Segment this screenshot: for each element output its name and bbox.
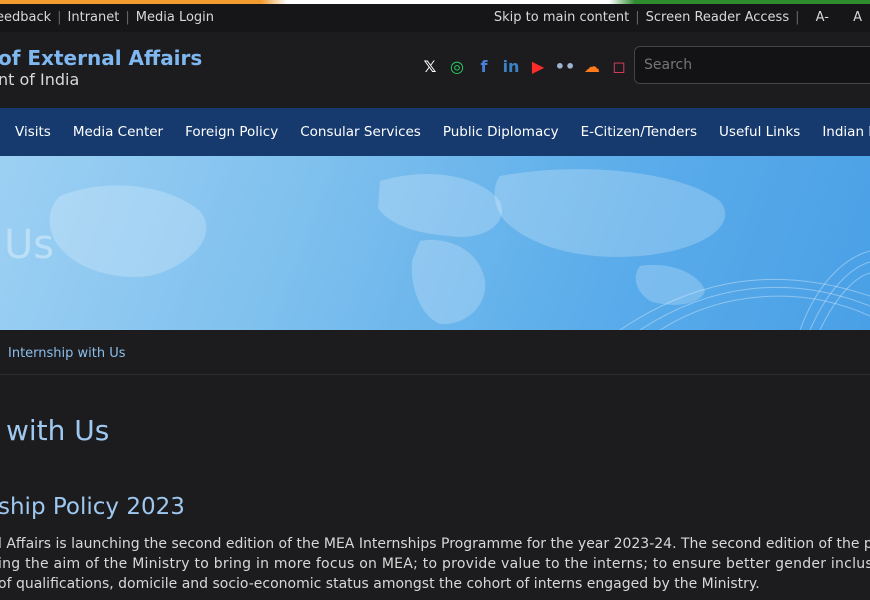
nav-list: Visits Media Center Foreign Policy Consular… (0, 108, 870, 156)
paragraph-line: l Affairs is launching the second editio… (0, 536, 870, 552)
policy-paragraph: l Affairs is launching the second editio… (0, 534, 870, 594)
instagram-icon[interactable]: ◻ (609, 56, 629, 76)
intranet-link[interactable]: Intranet (68, 10, 120, 25)
paragraph-line: of qualifications, domicile and socio-ec… (0, 576, 760, 592)
nav-item-indian-d[interactable]: Indian D (822, 124, 870, 140)
utility-links-left: eedback | Intranet | Media Login (0, 10, 214, 25)
facebook-icon[interactable]: f (474, 56, 494, 76)
soundcloud-icon[interactable]: ☁ (582, 56, 602, 76)
font-decrease-button[interactable]: A- (816, 10, 829, 25)
nav-item-e-citizen-tenders[interactable]: E-Citizen/Tenders (581, 124, 697, 140)
breadcrumb: Internship with Us (8, 346, 126, 361)
linkedin-icon[interactable]: in (501, 56, 521, 76)
utility-bar: eedback | Intranet | Media Login Skip to mai… (0, 4, 870, 32)
social-links: 𝕏 ◎ f in ▶ •• ☁ ◻ (420, 56, 629, 76)
breadcrumb-current: Internship with Us (8, 346, 126, 361)
media-login-link[interactable]: Media Login (136, 10, 214, 25)
site-header: of External Affairs nt of India 𝕏 ◎ f in ▶ ••… (0, 32, 870, 108)
search-input[interactable] (634, 46, 870, 84)
site-subtitle: nt of India (0, 70, 80, 89)
feedback-link[interactable]: eedback (0, 10, 51, 25)
nav-item-media-center[interactable]: Media Center (73, 124, 163, 140)
page-banner: Us (0, 156, 870, 330)
screen-reader-link[interactable]: Screen Reader Access (646, 10, 789, 25)
world-map-graphic (49, 169, 870, 330)
page-title: with Us (6, 414, 110, 447)
skip-to-main-link[interactable]: Skip to main content (494, 10, 629, 25)
nav-item-visits[interactable]: Visits (15, 124, 51, 140)
nav-item-useful-links[interactable]: Useful Links (719, 124, 800, 140)
flickr-icon[interactable]: •• (555, 56, 575, 76)
nav-item-public-diplomacy[interactable]: Public Diplomacy (443, 124, 559, 140)
font-normal-button[interactable]: A (853, 10, 862, 25)
utility-links-right: Skip to main content | Screen Reader Acces… (493, 10, 862, 25)
main-nav: Visits Media Center Foreign Policy Consular… (0, 108, 870, 156)
site-title[interactable]: of External Affairs (0, 46, 202, 70)
divider (0, 374, 870, 375)
banner-title: Us (4, 222, 55, 268)
section-title: ship Policy 2023 (0, 494, 185, 520)
whatsapp-icon[interactable]: ◎ (447, 56, 467, 76)
nav-item-consular-services[interactable]: Consular Services (300, 124, 421, 140)
x-icon[interactable]: 𝕏 (420, 56, 440, 76)
youtube-icon[interactable]: ▶ (528, 56, 548, 76)
paragraph-line: ing the aim of the Ministry to bring in … (0, 556, 870, 572)
nav-item-foreign-policy[interactable]: Foreign Policy (185, 124, 278, 140)
